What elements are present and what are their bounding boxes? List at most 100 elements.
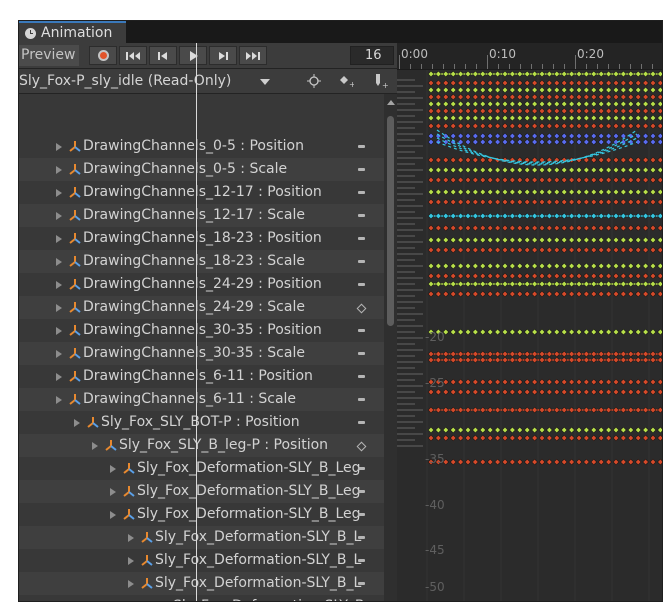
track-row[interactable]: DrawingChannels_0-5 : Position (19, 135, 384, 158)
expand-arrow-icon[interactable] (56, 281, 62, 289)
expand-arrow-icon[interactable] (56, 373, 62, 381)
track-row[interactable]: DrawingChannels_6-11 : Position (19, 365, 384, 388)
time-ruler[interactable]: 0:00 0:10 0:20 (397, 43, 662, 70)
first-key-button[interactable] (119, 46, 147, 65)
expand-arrow-icon[interactable] (110, 488, 116, 496)
filter-by-selection-button[interactable] (301, 71, 327, 91)
keyframe-toggle-icon[interactable] (358, 490, 365, 493)
keyframe-toggle-icon[interactable] (356, 441, 367, 452)
scroll-up-icon[interactable] (387, 100, 395, 105)
expand-arrow-icon[interactable] (128, 580, 134, 588)
track-row[interactable]: Sly_Fox_Deformation-SLY_B (19, 595, 384, 602)
curve-axis-label: -50 (425, 580, 445, 594)
prev-key-button[interactable] (149, 46, 177, 65)
clip-dropdown[interactable]: Sly_Fox-P_sly_idle (Read-Only) (19, 71, 281, 91)
track-row[interactable]: DrawingChannels_18-23 : Scale (19, 250, 384, 273)
transform-icon (69, 233, 81, 244)
expand-arrow-icon[interactable] (110, 465, 116, 473)
track-row[interactable]: DrawingChannels_6-11 : Scale (19, 388, 384, 411)
play-button[interactable] (179, 46, 207, 65)
add-event-button[interactable]: + (367, 71, 393, 91)
add-keyframe-button[interactable]: + (333, 71, 359, 91)
expand-arrow-icon[interactable] (56, 304, 62, 312)
track-row[interactable]: Sly_Fox_SLY_BOT-P : Position (19, 411, 384, 434)
track-row[interactable]: DrawingChannels_30-35 : Position (19, 319, 384, 342)
curve-editor[interactable]: -20 -25 -35 -40 -45 -50 (397, 70, 662, 601)
expand-arrow-icon[interactable] (110, 511, 116, 519)
keyframe-toggle-icon[interactable] (358, 237, 365, 240)
track-label: DrawingChannels_0-5 : Scale (83, 161, 288, 177)
keyframe-toggle-icon[interactable] (358, 214, 365, 217)
expand-arrow-icon[interactable] (56, 166, 62, 174)
keyframe-toggle-icon[interactable] (358, 398, 365, 401)
track-row[interactable]: Sly_Fox_Deformation-SLY_B_Leg (19, 503, 384, 526)
keyframe-toggle-icon[interactable] (358, 168, 365, 171)
expand-arrow-icon[interactable] (56, 212, 62, 220)
track-row[interactable]: DrawingChannels_24-29 : Scale (19, 296, 384, 319)
track-label: DrawingChannels_12-17 : Position (83, 184, 322, 200)
curve-axis-label: -20 (425, 330, 445, 344)
track-row[interactable]: DrawingChannels_18-23 : Position (19, 227, 384, 250)
expand-arrow-icon[interactable] (128, 534, 134, 542)
frame-field[interactable]: 16 (350, 46, 394, 65)
transform-icon (141, 555, 153, 566)
transform-icon (159, 600, 171, 602)
track-row[interactable]: Sly_Fox_Deformation-SLY_B_L (19, 526, 384, 549)
track-row[interactable]: DrawingChannels_12-17 : Position (19, 181, 384, 204)
keyframe-toggle-icon[interactable] (358, 352, 365, 355)
keyframe-toggle-icon[interactable] (358, 145, 365, 148)
keyframe-toggle-icon[interactable] (358, 283, 365, 286)
expand-arrow-icon[interactable] (56, 189, 62, 197)
transform-icon (69, 164, 81, 175)
track-row[interactable]: DrawingChannels_12-17 : Scale (19, 204, 384, 227)
preview-button[interactable]: Preview (19, 45, 79, 66)
keyframe-toggle-icon[interactable] (358, 421, 365, 424)
record-button[interactable] (89, 46, 117, 65)
expand-arrow-icon[interactable] (56, 143, 62, 151)
ruler-tick (465, 64, 466, 69)
keyframe-toggle-icon[interactable] (356, 303, 367, 314)
expand-arrow-icon[interactable] (56, 258, 62, 266)
ruler-tick (553, 64, 554, 69)
playhead[interactable] (196, 43, 197, 601)
transform-icon (69, 187, 81, 198)
track-row[interactable]: Sly_Fox_Deformation-SLY_B_L (19, 572, 384, 595)
track-row[interactable]: DrawingChannels_30-35 : Scale (19, 342, 384, 365)
keyframe-toggle-icon[interactable] (358, 582, 365, 585)
expand-arrow-icon[interactable] (56, 327, 62, 335)
tab-animation[interactable]: Animation (19, 21, 126, 43)
expand-arrow-icon[interactable] (56, 235, 62, 243)
timeline-panel[interactable]: 0:00 0:10 0:20 -20 -25 -35 -40 -45 -50 (397, 43, 662, 601)
next-key-button[interactable] (209, 46, 237, 65)
add-keyframe-icon: + (340, 76, 356, 89)
track-row[interactable]: DrawingChannels_24-29 : Position (19, 273, 384, 296)
keyframe-toggle-icon[interactable] (358, 467, 365, 470)
track-row[interactable]: Sly_Fox_Deformation-SLY_B_Leg (19, 480, 384, 503)
last-key-button[interactable] (239, 46, 267, 65)
keyframe-toggle-icon[interactable] (358, 559, 365, 562)
expand-arrow-icon[interactable] (56, 350, 62, 358)
keyframe-toggle-icon[interactable] (358, 329, 365, 332)
track-row[interactable]: Sly_Fox_Deformation-SLY_B_L (19, 549, 384, 572)
scroll-thumb[interactable] (387, 116, 394, 326)
filter-by-selection-icon (307, 74, 321, 88)
track-row[interactable]: Sly_Fox_SLY_B_leg-P : Position (19, 434, 384, 457)
keyframe-toggle-icon[interactable] (358, 260, 365, 263)
keyframe-toggle-icon[interactable] (358, 375, 365, 378)
track-label: DrawingChannels_18-23 : Position (83, 230, 322, 246)
track-row[interactable]: Sly_Fox_Deformation-SLY_B_Leg (19, 457, 384, 480)
keyframe-toggle-icon[interactable] (358, 191, 365, 194)
expand-arrow-icon[interactable] (56, 396, 62, 404)
track-label: DrawingChannels_24-29 : Position (83, 276, 322, 292)
expand-arrow-icon[interactable] (74, 419, 80, 427)
track-list-scrollbar[interactable] (384, 94, 397, 601)
track-row[interactable]: DrawingChannels_0-5 : Scale (19, 158, 384, 181)
animation-window: Animation Preview 16 Sly_Fox-P_sly_idle … (18, 20, 663, 602)
keyframe-toggle-icon[interactable] (358, 513, 365, 516)
curve-axis-label: -25 (425, 376, 445, 390)
expand-arrow-icon[interactable] (92, 442, 98, 450)
track-label: DrawingChannels_0-5 : Position (83, 138, 304, 154)
keyframe-toggle-icon[interactable] (358, 536, 365, 539)
track-label: DrawingChannels_30-35 : Position (83, 322, 322, 338)
expand-arrow-icon[interactable] (128, 557, 134, 565)
